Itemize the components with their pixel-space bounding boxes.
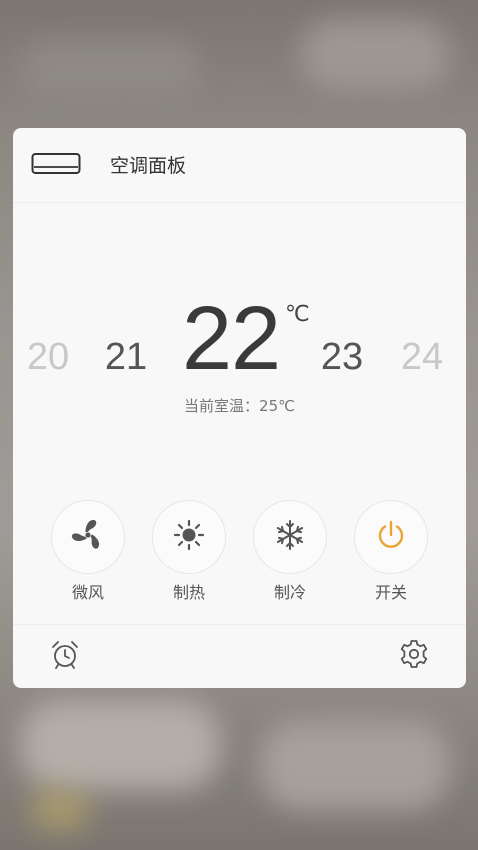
temp-option-21[interactable]: 21 (103, 338, 149, 376)
sun-icon (172, 518, 206, 556)
breeze-circle[interactable] (51, 500, 125, 574)
fan-icon (69, 516, 107, 558)
power-button[interactable]: 开关 (354, 500, 428, 604)
ac-control-panel: 空调面板 20 21 22 ℃ 23 24 当前室温：25℃ 微风 制热 制冷 … (13, 128, 466, 688)
breeze-button[interactable]: 微风 (51, 500, 125, 604)
temp-option-24[interactable]: 24 (399, 338, 445, 376)
cooling-circle[interactable] (253, 500, 327, 574)
heating-button[interactable]: 制热 (152, 500, 226, 604)
air-conditioner-icon (31, 152, 81, 180)
panel-header: 空调面板 (13, 128, 466, 203)
alarm-clock-icon[interactable] (49, 639, 81, 675)
gear-icon[interactable] (399, 639, 429, 673)
cooling-button[interactable]: 制冷 (253, 500, 327, 604)
room-temperature-label: 当前室温： (184, 397, 260, 415)
cooling-label: 制冷 (273, 583, 306, 602)
room-temperature: 当前室温：25℃ (13, 395, 466, 416)
temp-option-23[interactable]: 23 (319, 338, 365, 376)
panel-footer (13, 624, 466, 688)
temp-option-20[interactable]: 20 (25, 338, 71, 376)
heating-circle[interactable] (152, 500, 226, 574)
breeze-label: 微风 (71, 583, 104, 602)
heating-label: 制热 (172, 583, 205, 602)
temperature-unit: ℃ (285, 302, 310, 327)
power-label: 开关 (374, 583, 407, 602)
power-icon (374, 518, 408, 556)
power-circle[interactable] (354, 500, 428, 574)
selected-temperature[interactable]: 22 (176, 294, 286, 384)
panel-title: 空调面板 (110, 155, 187, 177)
snowflake-icon (273, 518, 307, 556)
room-temperature-value: 25℃ (259, 397, 295, 415)
